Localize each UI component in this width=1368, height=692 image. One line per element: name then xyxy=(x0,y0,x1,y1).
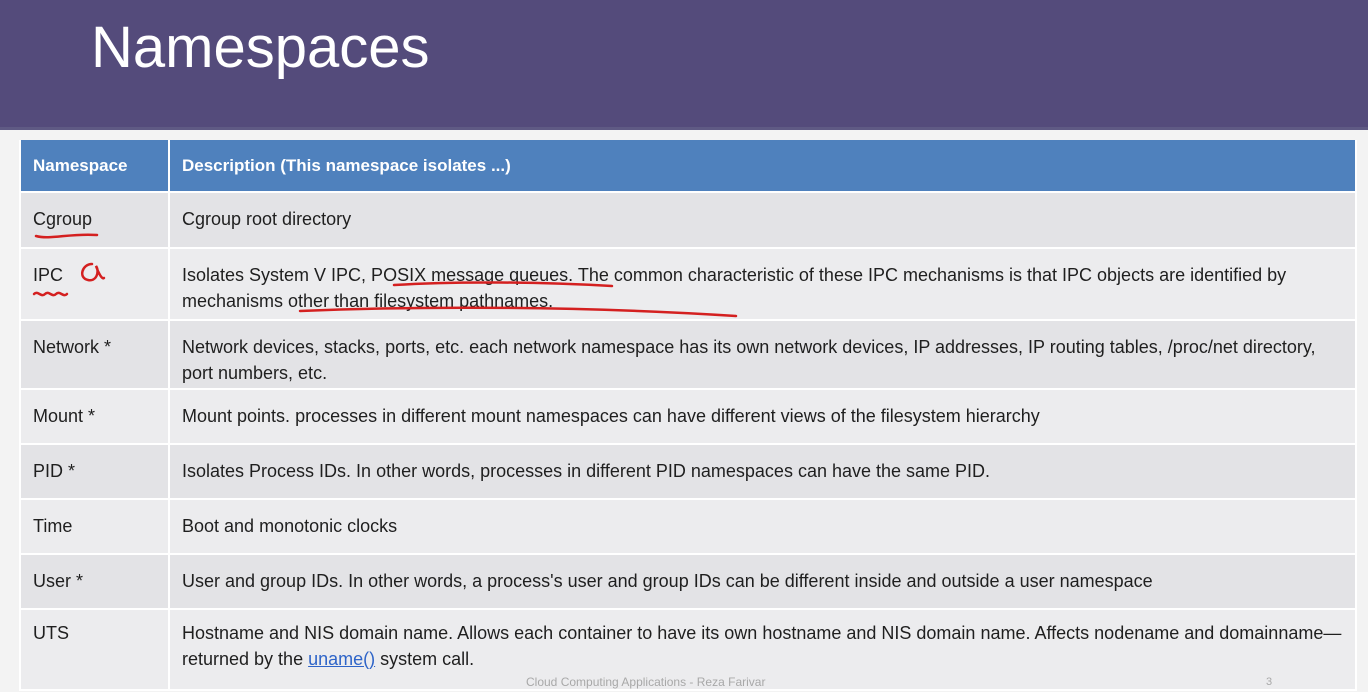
slide: Namespaces Namespace Description (This n… xyxy=(0,0,1368,692)
namespace-name: Network * xyxy=(19,319,170,390)
namespace-table-wrap: Namespace Description (This namespace is… xyxy=(19,140,1357,691)
footer-text: Cloud Computing Applications - Reza Fari… xyxy=(526,675,766,689)
page-number: 3 xyxy=(1266,676,1273,688)
table-row: User * User and group IDs. In other word… xyxy=(19,553,1357,610)
namespace-description: Boot and monotonic clocks xyxy=(168,498,1357,555)
namespace-name: User * xyxy=(19,553,170,610)
header-description: Description (This namespace isolates ...… xyxy=(168,140,1357,193)
namespace-name: IPC xyxy=(19,247,170,321)
title-bar: Namespaces xyxy=(0,0,1368,130)
namespace-table: Namespace Description (This namespace is… xyxy=(19,140,1357,691)
namespace-name: PID * xyxy=(19,443,170,500)
table-header-row: Namespace Description (This namespace is… xyxy=(19,140,1357,193)
table-row: Cgroup Cgroup root directory xyxy=(19,191,1357,249)
namespace-description: Isolates Process IDs. In other words, pr… xyxy=(168,443,1357,500)
namespace-description: Isolates System V IPC, POSIX message que… xyxy=(168,247,1357,321)
table-row: Time Boot and monotonic clocks xyxy=(19,498,1357,555)
namespace-name: Cgroup xyxy=(19,191,170,249)
namespace-description: User and group IDs. In other words, a pr… xyxy=(168,553,1357,610)
table-row: PID * Isolates Process IDs. In other wor… xyxy=(19,443,1357,500)
table-row: IPC Isolates System V IPC, POSIX message… xyxy=(19,247,1357,321)
namespace-name: UTS xyxy=(19,608,170,691)
table-row: Mount * Mount points. processes in diffe… xyxy=(19,388,1357,445)
namespace-description: Cgroup root directory xyxy=(168,191,1357,249)
uts-description-tail: system call. xyxy=(375,649,475,669)
namespace-description: Mount points. processes in different mou… xyxy=(168,388,1357,445)
slide-title: Namespaces xyxy=(91,15,430,80)
table-row: Network * Network devices, stacks, ports… xyxy=(19,319,1357,390)
header-namespace: Namespace xyxy=(19,140,170,193)
namespace-name: Time xyxy=(19,498,170,555)
uname-link[interactable]: uname() xyxy=(308,649,375,669)
namespace-name: Mount * xyxy=(19,388,170,445)
namespace-description: Network devices, stacks, ports, etc. eac… xyxy=(168,319,1357,390)
